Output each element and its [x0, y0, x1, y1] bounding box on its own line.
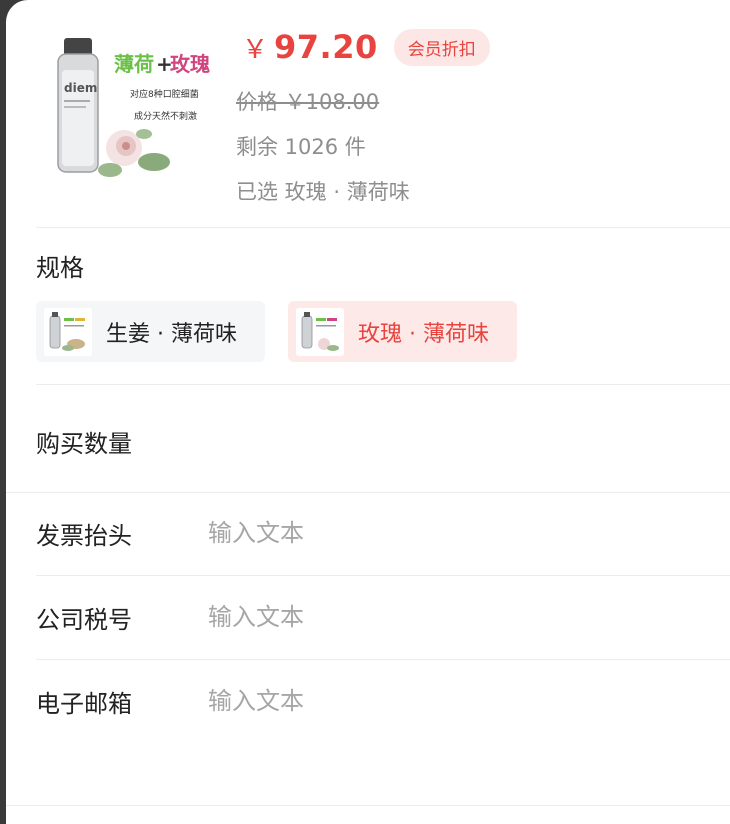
- divider: [36, 384, 730, 385]
- tax-id-field: 公司税号: [36, 576, 628, 658]
- stock-count: 剩余 1026 件: [236, 135, 366, 159]
- product-image: diem 薄荷 + 玫瑰 对应8种口腔细菌 成分天然不刺激: [57, 38, 210, 177]
- vip-discount-badge: 会员折扣: [393, 28, 490, 66]
- spec-option-label: 生姜 · 薄荷味: [106, 321, 237, 347]
- product-brand-text: diem: [64, 81, 97, 95]
- spec-option-rose-mint[interactable]: 玫瑰 · 薄荷味: [288, 301, 517, 362]
- tax-id-input[interactable]: [208, 603, 628, 631]
- email-label: 电子邮箱: [36, 689, 132, 718]
- invoice-title-label: 发票抬头: [36, 521, 132, 550]
- divider: [36, 227, 730, 228]
- sku-popup-sheet: diem 薄荷 + 玫瑰 对应8种口腔细菌 成分天然不刺激 ￥ 97.20 会员…: [6, 0, 730, 824]
- price-currency: ￥: [242, 34, 269, 65]
- invoice-title-input[interactable]: [208, 519, 628, 547]
- product-headline-part1: 薄荷: [114, 52, 154, 76]
- spec-option-label: 玫瑰 · 薄荷味: [358, 321, 489, 347]
- origin-price: 价格 ￥108.00: [236, 90, 380, 114]
- divider: [6, 805, 730, 806]
- spec-option-thumbnail: [44, 307, 92, 356]
- tax-id-label: 公司税号: [36, 605, 132, 634]
- price-row: ￥ 97.20 会员折扣: [242, 28, 490, 66]
- product-headline-part2: 玫瑰: [170, 52, 210, 76]
- product-caption-line1: 对应8种口腔细菌: [130, 88, 199, 100]
- goods-header: diem 薄荷 + 玫瑰 对应8种口腔细菌 成分天然不刺激 ￥ 97.20 会员…: [6, 0, 730, 228]
- spec-option-ginger-mint[interactable]: 生姜 · 薄荷味: [36, 301, 265, 362]
- price-value: 97.20: [274, 28, 378, 66]
- product-caption-line2: 成分天然不刺激: [134, 110, 197, 122]
- quantity-title: 购买数量: [36, 430, 132, 458]
- spec-option-thumbnail: [296, 307, 344, 356]
- selected-spec-text: 已选 玫瑰 · 薄荷味: [236, 180, 410, 204]
- email-input[interactable]: [208, 687, 628, 715]
- spec-title: 规格: [36, 254, 84, 282]
- email-field: 电子邮箱: [36, 660, 628, 742]
- invoice-title-field: 发票抬头: [36, 492, 628, 574]
